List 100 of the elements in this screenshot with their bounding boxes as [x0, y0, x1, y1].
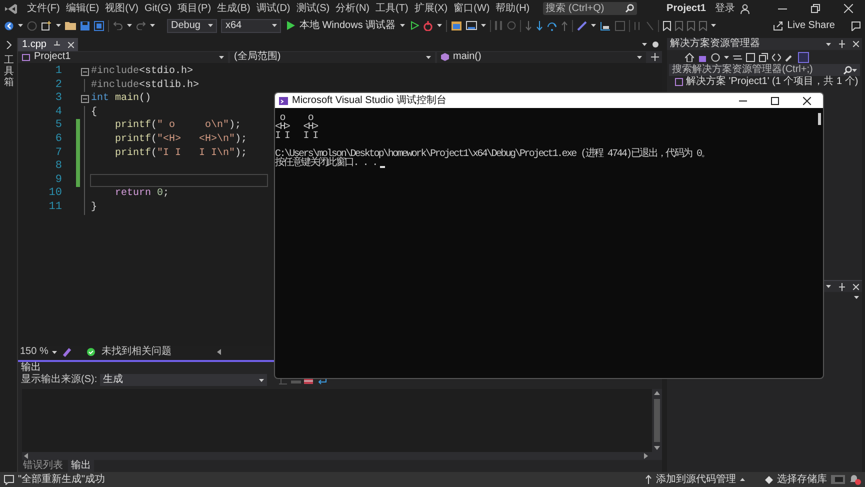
pin-icon[interactable] — [839, 282, 845, 290]
solution-icon[interactable] — [675, 78, 683, 86]
caret-icon — [127, 24, 132, 27]
step-over-icon[interactable] — [546, 20, 557, 30]
scroll-up-icon[interactable] — [654, 391, 660, 395]
menu-item[interactable]: 编辑(E) — [64, 2, 100, 14]
tree-item[interactable]: 解决方案 'Project1' (1 个项目，共 1 个) — [686, 76, 858, 88]
restore-icon[interactable] — [811, 4, 820, 13]
caret-icon[interactable] — [724, 56, 729, 58]
collapse-icon[interactable] — [81, 68, 89, 76]
caret-icon — [219, 56, 224, 58]
caret-icon — [272, 24, 278, 27]
scroll-down-icon[interactable] — [654, 446, 660, 450]
window-icon[interactable] — [450, 20, 462, 30]
step-out-icon[interactable] — [560, 20, 568, 30]
undo-icon[interactable] — [113, 21, 123, 30]
menu-item[interactable]: 窗口(W) — [452, 2, 491, 14]
menu-item[interactable]: 测试(S) — [295, 2, 331, 14]
new-item-icon[interactable] — [41, 20, 52, 30]
caret-icon[interactable] — [826, 285, 831, 288]
panel-icon[interactable] — [831, 475, 845, 484]
save-icon[interactable] — [80, 20, 90, 30]
search-field[interactable]: 搜索 (Ctrl+Q) — [542, 2, 637, 15]
live-share-button[interactable]: Live Share — [771, 18, 837, 32]
up-arrow-icon — [645, 475, 652, 484]
scope-dropdown[interactable]: (全局范围) — [230, 52, 435, 62]
chevron-icon[interactable] — [6, 41, 12, 49]
horizontal-scrollbar[interactable] — [22, 452, 662, 460]
caret-icon[interactable] — [436, 24, 442, 27]
caret-icon[interactable] — [710, 24, 716, 27]
source-control-button[interactable]: 添加到源代码管理 — [645, 474, 745, 486]
toolbox-tab[interactable]: 工具箱 — [4, 55, 14, 88]
feedback-icon[interactable] — [851, 20, 861, 30]
panel-tab[interactable]: 输出 — [68, 460, 94, 472]
code-icon[interactable] — [772, 52, 781, 62]
menu-item[interactable]: 分析(N) — [334, 2, 370, 14]
code-line: printf(" o o\n"); — [114, 119, 242, 133]
redo-icon[interactable] — [136, 21, 146, 30]
document-tab[interactable]: 1.cpp — [18, 38, 78, 51]
configuration-dropdown[interactable]: Debug — [167, 18, 218, 32]
collapse-all-icon[interactable] — [746, 52, 755, 62]
copy-icon[interactable] — [759, 52, 768, 62]
menu-item[interactable]: 调试(D) — [255, 2, 292, 14]
add-icon[interactable] — [651, 53, 659, 61]
folder-icon[interactable] — [65, 21, 76, 30]
menu-item[interactable]: 生成(B) — [216, 2, 252, 14]
caret-icon[interactable] — [854, 296, 859, 299]
console-icon[interactable] — [279, 96, 288, 104]
check-circle-icon[interactable] — [87, 348, 96, 356]
menu-item[interactable]: 项目(P) — [176, 2, 212, 14]
panel-tab[interactable]: 错误列表 — [20, 460, 66, 472]
search-icon[interactable] — [624, 4, 634, 13]
play-outline-icon[interactable] — [410, 21, 419, 30]
platform-dropdown[interactable]: x64 — [221, 18, 282, 32]
back-icon[interactable] — [4, 20, 14, 30]
menu-item[interactable]: 视图(V) — [104, 2, 140, 14]
caret-icon[interactable] — [18, 24, 23, 27]
repository-button[interactable]: 选择存储库 — [765, 474, 827, 486]
step-into-icon[interactable] — [524, 20, 532, 30]
caret-icon[interactable] — [56, 24, 61, 27]
menu-item[interactable]: 文件(F) — [26, 2, 61, 14]
caret-icon[interactable] — [642, 43, 647, 46]
menu-item[interactable]: 帮助(H) — [494, 2, 531, 14]
zoom-dropdown[interactable]: 150 % — [20, 346, 58, 358]
code-line: int main() — [90, 92, 152, 106]
home-icon[interactable] — [685, 52, 694, 62]
caret-icon[interactable] — [590, 24, 596, 27]
screen-icon[interactable] — [466, 20, 477, 30]
search-icon[interactable] — [843, 66, 852, 74]
close-icon[interactable] — [803, 96, 811, 104]
console-line: o o — [280, 114, 314, 123]
menu-item[interactable]: Git(G) — [143, 2, 173, 14]
maximize-icon[interactable] — [771, 96, 779, 104]
vertical-scrollbar[interactable] — [652, 389, 662, 452]
sign-in-link[interactable]: 登录 — [714, 2, 736, 14]
diamond-icon — [765, 476, 773, 484]
line-number: 8 — [54, 160, 62, 174]
code-line: printf("<H> <H>\n"); — [114, 132, 248, 147]
bell-icon[interactable] — [849, 474, 861, 485]
settings-icon[interactable] — [652, 41, 659, 48]
project-dropdown[interactable]: Project1 — [18, 52, 228, 62]
line-number: 11 — [48, 200, 62, 215]
pin-icon[interactable] — [839, 40, 845, 48]
collapse-icon[interactable] — [81, 94, 89, 103]
pin-icon[interactable] — [54, 40, 60, 48]
scroll-left-icon[interactable] — [217, 349, 222, 355]
step-down-icon[interactable] — [536, 20, 543, 30]
caret-icon[interactable] — [480, 24, 486, 27]
message-icon — [4, 474, 14, 484]
caret-icon[interactable] — [826, 42, 831, 46]
menu-item[interactable]: 工具(T) — [374, 2, 410, 14]
source-dropdown[interactable]: 生成 — [100, 374, 268, 386]
scroll-right-icon[interactable] — [644, 453, 648, 459]
scroll-left-icon[interactable] — [24, 453, 28, 459]
code-line: #include<stdio.h> — [90, 65, 194, 79]
member-dropdown[interactable]: main() — [437, 52, 646, 62]
person-icon[interactable] — [740, 4, 750, 14]
caret-icon[interactable] — [852, 68, 857, 72]
run-button[interactable]: 本地 Windows 调试器 — [285, 18, 407, 32]
menu-item[interactable]: 扩展(X) — [413, 2, 449, 14]
